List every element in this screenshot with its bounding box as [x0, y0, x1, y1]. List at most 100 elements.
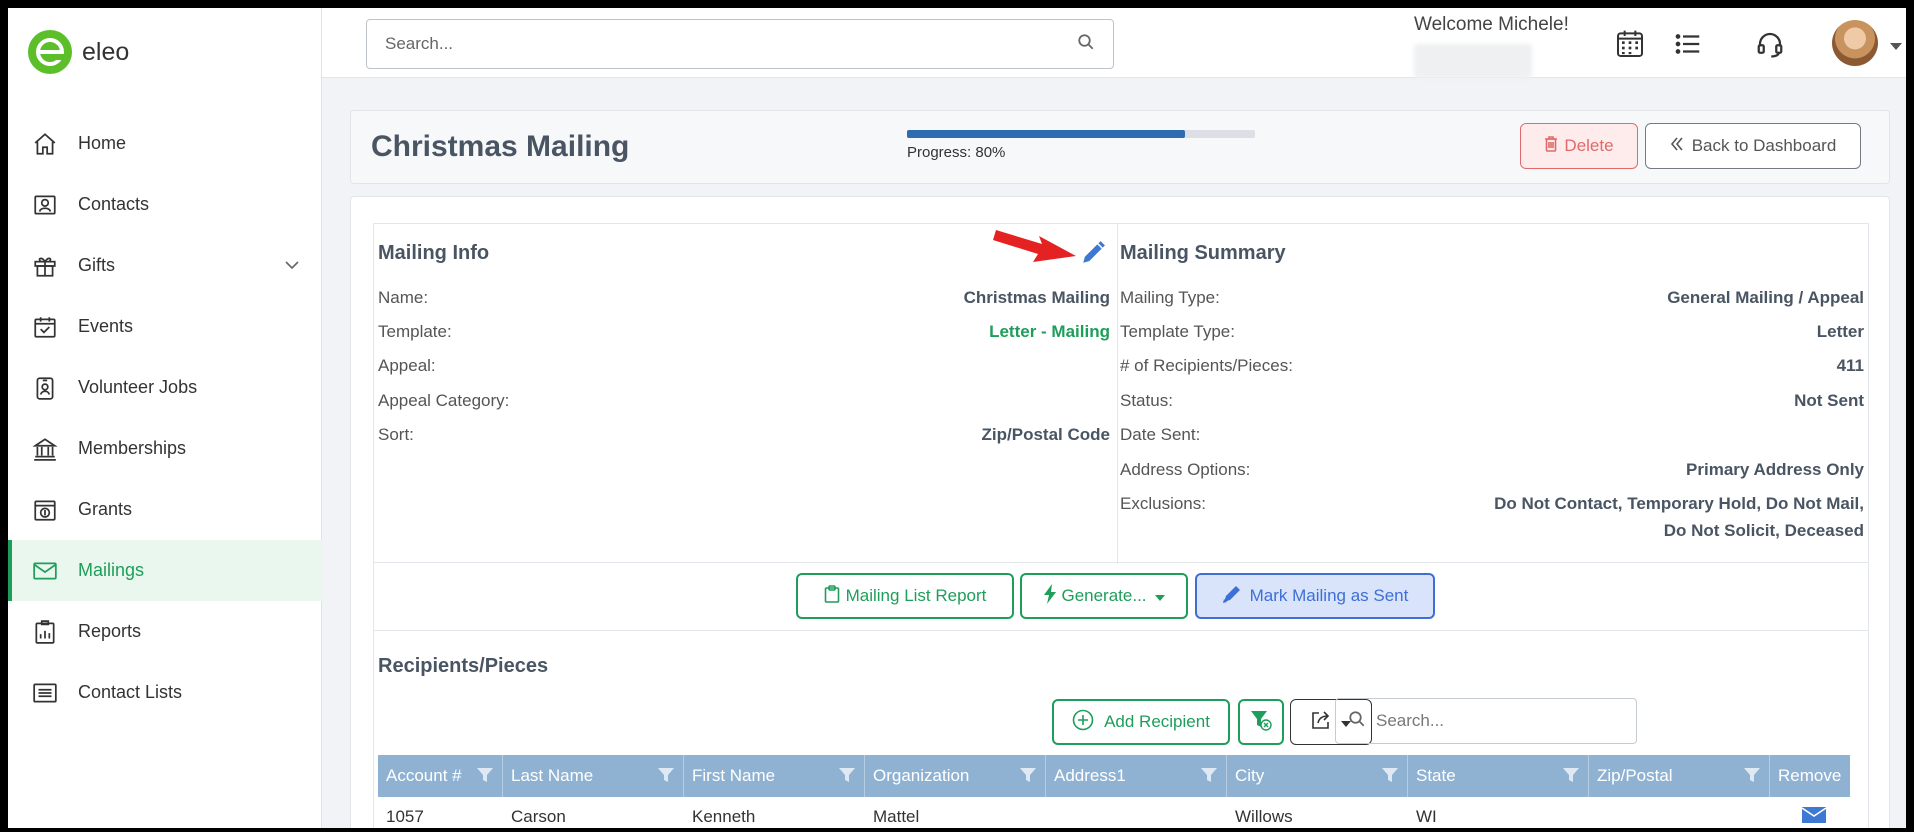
report-icon [30, 617, 60, 647]
caret-down-icon[interactable] [1890, 38, 1902, 56]
search-icon [1348, 710, 1366, 733]
back-to-dashboard-button[interactable]: Back to Dashboard [1645, 123, 1861, 169]
page-title: Christmas Mailing [371, 130, 630, 163]
sidebar-item-contacts[interactable]: Contacts [8, 174, 322, 235]
list-icon[interactable] [1670, 26, 1706, 62]
sidebar-item-label: Grants [78, 499, 133, 519]
column-header-organization[interactable]: Organization [865, 755, 1046, 797]
filter-clear-icon [1250, 709, 1272, 736]
home-icon [30, 129, 60, 159]
delete-button[interactable]: Delete [1520, 123, 1638, 169]
sidebar-item-events[interactable]: Events [8, 296, 322, 357]
column-header-city[interactable]: City [1227, 755, 1408, 797]
clipboard-icon [824, 584, 840, 608]
eleo-logo-icon [28, 30, 72, 74]
generate-label: Generate... [1061, 586, 1147, 605]
gift-icon [30, 251, 60, 281]
column-header-remove[interactable]: Remove [1770, 755, 1850, 797]
envelope-icon [30, 556, 60, 586]
column-header-address1[interactable]: Address1 [1046, 755, 1227, 797]
logo[interactable]: eleo [28, 30, 129, 74]
calendar-grid-icon[interactable] [1612, 26, 1648, 62]
info-label-sort: Sort: [378, 425, 414, 444]
summary-label-mailing-type: Mailing Type: [1120, 288, 1220, 307]
sidebar-item-label: Reports [78, 621, 142, 641]
app-name: eleo [82, 37, 130, 66]
column-filter-icon[interactable] [838, 766, 856, 789]
mailing-actions: Mailing List Report Generate... Mark Mai… [373, 563, 1869, 631]
info-panels: Mailing Info Name: Christmas Mailing Tem… [373, 223, 1869, 564]
info-value-template[interactable]: Letter - Mailing [989, 322, 1110, 342]
mailing-list-report-button[interactable]: Mailing List Report [796, 573, 1014, 619]
sidebar-item-label: Gifts [78, 255, 116, 275]
column-header-label: Last Name [511, 766, 594, 785]
column-filter-icon[interactable] [1019, 766, 1037, 789]
caret-down-icon [1154, 586, 1165, 606]
edit-pencil-icon[interactable] [1080, 240, 1106, 271]
table-body: 1057 Carson Kenneth Mattel Willows WI [378, 797, 1850, 828]
column-header-zip-postal[interactable]: Zip/Postal [1589, 755, 1770, 797]
mailing-summary-title: Mailing Summary [1120, 242, 1286, 264]
table-row[interactable]: 1057 Carson Kenneth Mattel Willows WI [378, 797, 1850, 828]
mailing-header: Christmas Mailing Progress: 80% Delete B… [350, 110, 1890, 184]
summary-value-exclusions-line2: Do Not Solicit, Deceased [1663, 521, 1864, 540]
delete-label: Delete [1564, 136, 1614, 155]
recipients-search-input[interactable] [1376, 711, 1624, 731]
headset-icon[interactable] [1752, 26, 1788, 62]
sidebar-item-label: Mailings [78, 560, 145, 580]
sidebar-item-home[interactable]: Home [8, 113, 322, 174]
table-header: Account # Last Name First Name Organization… [378, 755, 1850, 797]
envelope-remove-icon [1801, 805, 1827, 829]
info-value-name: Christmas Mailing [963, 288, 1110, 307]
recipients-search[interactable] [1335, 698, 1637, 744]
column-header-label: State [1416, 766, 1456, 785]
search-input[interactable] [385, 34, 1077, 54]
column-filter-icon[interactable] [657, 766, 675, 789]
sidebar-item-label: Contact Lists [78, 682, 183, 702]
column-filter-icon[interactable] [1200, 766, 1218, 789]
sidebar-item-volunteer-jobs[interactable]: Volunteer Jobs [8, 357, 322, 418]
sidebar-item-mailings[interactable]: Mailings [8, 540, 322, 601]
chevron-down-icon[interactable] [284, 257, 300, 278]
recipients-title: Recipients/Pieces [378, 655, 549, 677]
generate-dropdown-button[interactable]: Generate... [1020, 573, 1188, 619]
add-recipient-button[interactable]: Add Recipient [1052, 699, 1230, 745]
clear-filter-button[interactable] [1238, 699, 1284, 745]
column-filter-icon[interactable] [1381, 766, 1399, 789]
remove-recipient-button[interactable] [1770, 797, 1850, 828]
column-header-state[interactable]: State [1408, 755, 1589, 797]
sidebar-item-grants[interactable]: Grants [8, 479, 322, 540]
mark-mailing-as-sent-button[interactable]: Mark Mailing as Sent [1195, 573, 1435, 619]
sidebar-item-contact-lists[interactable]: Contact Lists [8, 662, 322, 723]
column-filter-icon[interactable] [1562, 766, 1580, 789]
global-search[interactable] [366, 19, 1114, 69]
column-header-last-name[interactable]: Last Name [503, 755, 684, 797]
column-header-label: Address1 [1054, 766, 1126, 785]
app-window: eleo Home Contacts Gifts Events Voluntee… [8, 8, 1906, 828]
sidebar-nav: Home Contacts Gifts Events Volunteer Job… [8, 113, 322, 723]
topbar: Welcome Michele! [322, 8, 1906, 78]
column-filter-icon[interactable] [476, 766, 494, 789]
column-header-account[interactable]: Account # [378, 755, 503, 797]
cell-state: WI [1416, 807, 1437, 826]
sidebar-item-label: Volunteer Jobs [78, 377, 198, 397]
export-icon [1311, 710, 1331, 735]
plus-circle-icon [1072, 709, 1094, 736]
sidebar-item-reports[interactable]: Reports [8, 601, 322, 662]
welcome-text: Welcome Michele! [1414, 14, 1569, 35]
trash-icon [1544, 135, 1558, 157]
summary-value-mailing-type: General Mailing / Appeal [1667, 288, 1864, 307]
summary-value-exclusions: Do Not Contact, Temporary Hold, Do Not M… [1494, 494, 1864, 513]
summary-label-address-options: Address Options: [1120, 460, 1251, 479]
column-filter-icon[interactable] [1743, 766, 1761, 789]
cell-last: Carson [511, 807, 566, 826]
avatar[interactable] [1832, 20, 1878, 66]
column-header-first-name[interactable]: First Name [684, 755, 865, 797]
info-label-appeal: Appeal: [378, 356, 436, 375]
sidebar-item-memberships[interactable]: Memberships [8, 418, 322, 479]
info-label-template: Template: [378, 322, 452, 341]
lightning-icon [1043, 583, 1057, 609]
sidebar-item-gifts[interactable]: Gifts [8, 235, 322, 296]
mailing-info-title: Mailing Info [378, 242, 490, 264]
search-icon[interactable] [1077, 33, 1095, 56]
